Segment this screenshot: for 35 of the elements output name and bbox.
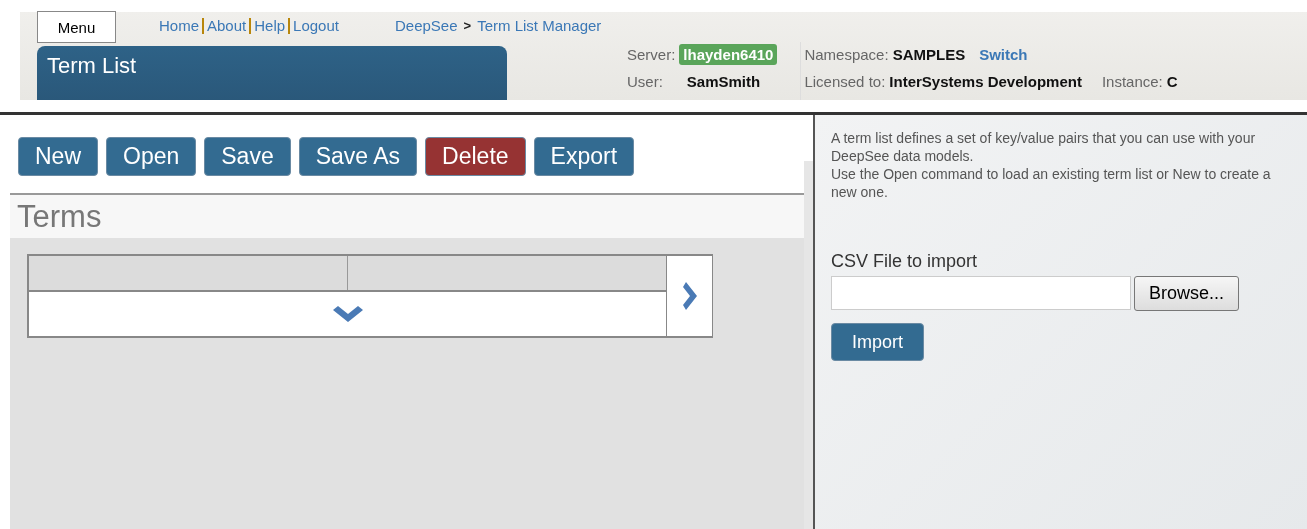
toolbar-button[interactable]: Export	[533, 137, 635, 176]
instance-label: Instance:	[1101, 72, 1163, 90]
help-text: A term list defines a set of key/value pairs that you can use with your DeepSee data models. Use the Open command to load an existing term list or New to create a new one.	[831, 129, 1272, 201]
licensed-label: Licensed to:	[804, 72, 886, 90]
file-path-field[interactable]	[831, 276, 1131, 310]
server-name: lhayden6410	[679, 43, 778, 65]
toolbar-button[interactable]: New	[18, 137, 98, 176]
server-label: Server:	[627, 45, 676, 63]
page-title: Term List	[47, 53, 137, 78]
namespace-value: SAMPLES	[892, 45, 966, 63]
header-link[interactable]: Help	[254, 17, 286, 34]
scrollbar-track[interactable]	[804, 161, 813, 529]
breadcrumb-separator: >	[463, 18, 472, 33]
chevron-right-icon[interactable]	[682, 282, 697, 310]
toolbar-button[interactable]: Delete	[425, 137, 526, 176]
header-link[interactable]: Home	[159, 17, 199, 34]
section-title: Terms	[16, 199, 102, 234]
toolbar-button[interactable]: Save	[204, 137, 291, 176]
breadcrumb-link[interactable]: Term List Manager	[477, 17, 602, 34]
toolbar-button[interactable]: Save As	[298, 137, 418, 176]
namespace-label: Namespace:	[804, 45, 889, 63]
instance-value: C	[1166, 72, 1178, 90]
menu-button[interactable]: Menu	[37, 11, 116, 43]
licensed-value: InterSystems Development	[889, 72, 1082, 90]
header-link[interactable]: Logout	[293, 17, 339, 34]
user-name: SamSmith	[686, 72, 761, 90]
breadcrumb-link[interactable]: DeepSee	[394, 17, 458, 34]
import-button[interactable]: Import	[831, 323, 924, 361]
chevron-down-icon[interactable]	[332, 306, 363, 322]
file-label: CSV File to import	[831, 251, 979, 272]
header-link[interactable]: About	[207, 17, 247, 34]
user-label: User:	[627, 72, 663, 90]
browse-button[interactable]: Browse...	[1134, 276, 1240, 311]
toolbar-button[interactable]: Open	[106, 137, 197, 176]
switch-link[interactable]: Switch	[979, 45, 1028, 63]
